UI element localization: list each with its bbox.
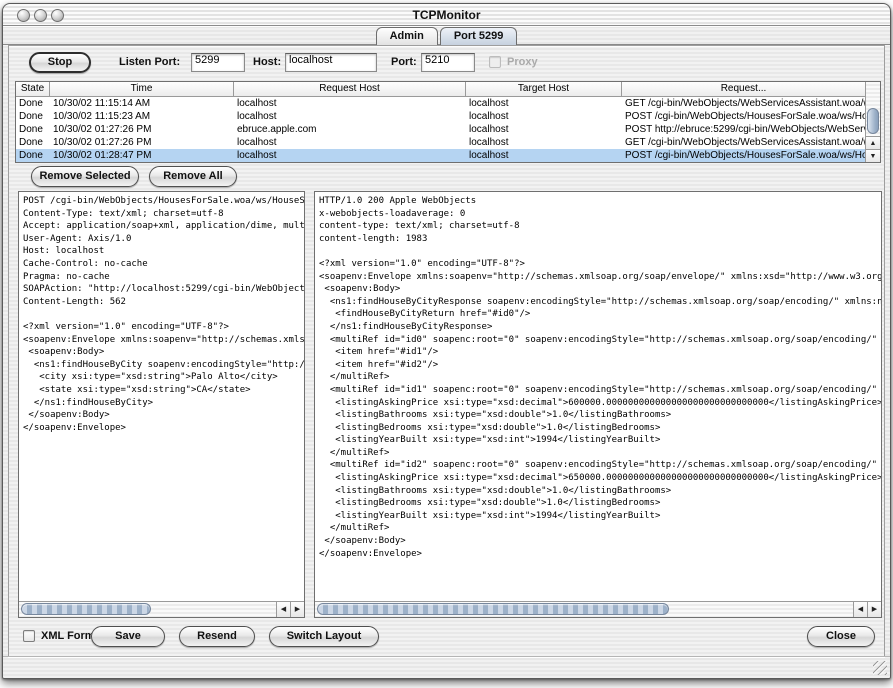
- window-bottom-strip: [3, 656, 890, 678]
- scroll-right-icon[interactable]: ▶: [867, 602, 881, 617]
- table-vertical-scrollbar[interactable]: ▲ ▼: [865, 82, 880, 162]
- window-title: TCPMonitor: [3, 8, 890, 22]
- cell-target-host: localhost: [466, 136, 622, 149]
- scroll-left-icon[interactable]: ◀: [276, 602, 290, 617]
- tab-port-5299[interactable]: Port 5299: [440, 27, 518, 45]
- col-header-request-host[interactable]: Request Host: [234, 82, 466, 96]
- content-frame: Stop Listen Port: 5299 Host: localhost P…: [8, 45, 885, 657]
- col-header-target-host[interactable]: Target Host: [466, 82, 622, 96]
- cell-request: POST /cgi-bin/WebObjects/HousesForSale.w…: [622, 110, 865, 123]
- port-input[interactable]: 5210: [421, 53, 475, 72]
- table-row[interactable]: Done 10/30/02 01:27:26 PM ebruce.apple.c…: [16, 123, 865, 136]
- session-table: State Time Request Host Target Host Requ…: [15, 81, 881, 163]
- col-header-time[interactable]: Time: [50, 82, 234, 96]
- host-input[interactable]: localhost: [285, 53, 377, 72]
- scrollbar-thumb[interactable]: [317, 603, 669, 615]
- listen-port-label: Listen Port:: [119, 52, 180, 73]
- cell-target-host: localhost: [466, 123, 622, 136]
- cell-request-host: localhost: [234, 110, 466, 123]
- scrollbar-thumb[interactable]: [21, 603, 151, 615]
- cell-request-host: localhost: [234, 136, 466, 149]
- tab-bar: Admin Port 5299: [3, 26, 890, 46]
- cell-state: Done: [16, 97, 50, 110]
- remove-selected-button[interactable]: Remove Selected: [31, 166, 139, 187]
- table-header: State Time Request Host Target Host Requ…: [16, 82, 865, 97]
- cell-time: 10/30/02 01:28:47 PM: [50, 149, 234, 162]
- cell-request: POST http://ebruce:5299/cgi-bin/WebObjec…: [622, 123, 865, 136]
- cell-state: Done: [16, 136, 50, 149]
- table-row[interactable]: Done 10/30/02 11:15:23 AM localhost loca…: [16, 110, 865, 123]
- cell-target-host: localhost: [466, 149, 622, 162]
- cell-state: Done: [16, 149, 50, 162]
- response-text[interactable]: HTTP/1.0 200 Apple WebObjects x-webobjec…: [315, 192, 881, 601]
- table-row[interactable]: Done 10/30/02 01:27:26 PM localhost loca…: [16, 136, 865, 149]
- close-button[interactable]: Close: [807, 626, 875, 647]
- col-header-state[interactable]: State: [16, 82, 50, 96]
- table-row-selected[interactable]: Done 10/30/02 01:28:47 PM localhost loca…: [16, 149, 865, 162]
- proxy-checkbox[interactable]: [489, 56, 501, 68]
- proxy-label: Proxy: [507, 52, 538, 73]
- cell-request: GET /cgi-bin/WebObjects/WebServicesAssis…: [622, 136, 865, 149]
- scroll-left-icon[interactable]: ◀: [853, 602, 867, 617]
- scroll-down-icon[interactable]: ▼: [866, 149, 880, 162]
- cell-time: 10/30/02 01:27:26 PM: [50, 136, 234, 149]
- scrollbar-thumb[interactable]: [867, 108, 879, 134]
- cell-state: Done: [16, 110, 50, 123]
- cell-time: 10/30/02 11:15:23 AM: [50, 110, 234, 123]
- response-panel: HTTP/1.0 200 Apple WebObjects x-webobjec…: [314, 191, 882, 618]
- response-horizontal-scrollbar[interactable]: ◀ ▶: [315, 601, 881, 617]
- scroll-right-icon[interactable]: ▶: [290, 602, 304, 617]
- stop-button[interactable]: Stop: [29, 52, 91, 73]
- cell-request-host: localhost: [234, 97, 466, 110]
- cell-request: POST /cgi-bin/WebObjects/HousesForSale.w…: [622, 149, 865, 162]
- col-header-request[interactable]: Request...: [622, 82, 865, 96]
- table-row[interactable]: Done 10/30/02 11:15:14 AM localhost loca…: [16, 97, 865, 110]
- tcpmonitor-window: TCPMonitor Admin Port 5299 Stop Listen P…: [2, 3, 891, 679]
- save-button[interactable]: Save: [91, 626, 165, 647]
- resize-grip-icon[interactable]: [873, 661, 887, 675]
- switch-layout-button[interactable]: Switch Layout: [269, 626, 379, 647]
- cell-request-host: localhost: [234, 149, 466, 162]
- cell-target-host: localhost: [466, 110, 622, 123]
- cell-time: 10/30/02 01:27:26 PM: [50, 123, 234, 136]
- resend-button[interactable]: Resend: [179, 626, 255, 647]
- request-panel: POST /cgi-bin/WebObjects/HousesForSale.w…: [18, 191, 305, 618]
- tab-admin[interactable]: Admin: [376, 27, 438, 45]
- host-label: Host:: [253, 52, 281, 73]
- cell-request-host: ebruce.apple.com: [234, 123, 466, 136]
- cell-target-host: localhost: [466, 97, 622, 110]
- request-horizontal-scrollbar[interactable]: ◀ ▶: [19, 601, 304, 617]
- cell-time: 10/30/02 11:15:14 AM: [50, 97, 234, 110]
- cell-request: GET /cgi-bin/WebObjects/WebServicesAssis…: [622, 97, 865, 110]
- port-label: Port:: [391, 52, 417, 73]
- listen-port-input[interactable]: 5299: [191, 53, 245, 72]
- request-text[interactable]: POST /cgi-bin/WebObjects/HousesForSale.w…: [19, 192, 304, 601]
- cell-state: Done: [16, 123, 50, 136]
- scroll-up-icon[interactable]: ▲: [866, 136, 880, 149]
- xml-format-checkbox[interactable]: [23, 630, 35, 642]
- title-bar[interactable]: TCPMonitor: [3, 4, 890, 26]
- remove-all-button[interactable]: Remove All: [149, 166, 237, 187]
